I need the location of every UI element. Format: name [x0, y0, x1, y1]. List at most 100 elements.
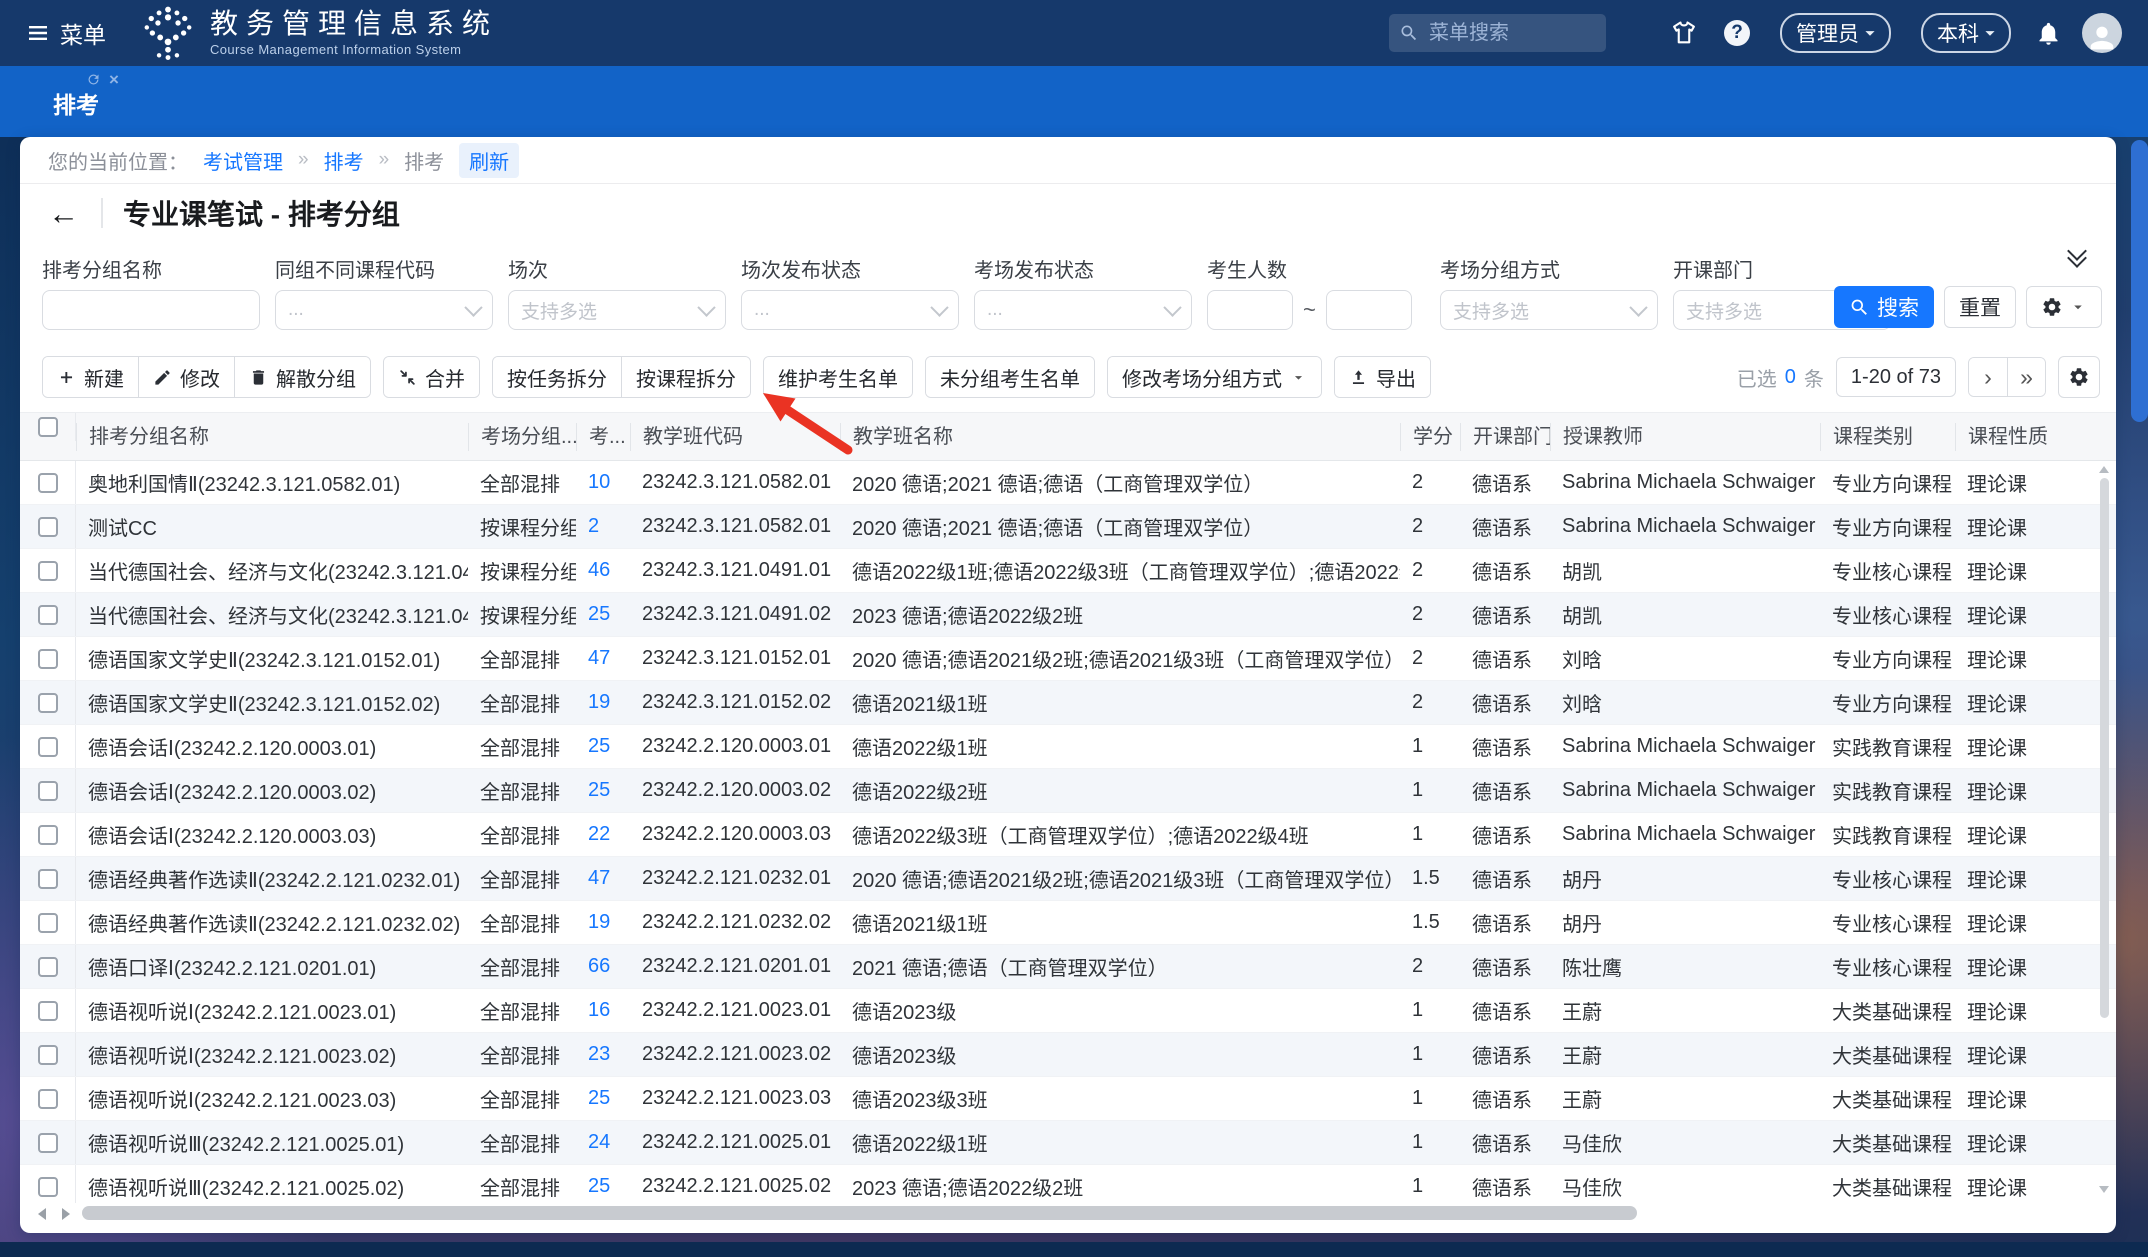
filter-select[interactable]: ...: [741, 290, 959, 330]
filter-select[interactable]: 支持多选: [1440, 290, 1658, 330]
tab-close-icon[interactable]: ×: [109, 71, 119, 88]
row-checkbox[interactable]: [38, 649, 58, 669]
filter-settings-button[interactable]: [2026, 286, 2102, 328]
table-row: 德语视听说Ⅲ(23242.2.121.0025.02)全部混排2523242.2…: [20, 1165, 2116, 1203]
cell-count[interactable]: 25: [576, 779, 630, 802]
notification-bell-icon[interactable]: [2035, 20, 2062, 47]
cell-count[interactable]: 25: [576, 1175, 630, 1198]
column-header-dept[interactable]: 开课部门: [1460, 423, 1550, 451]
breadcrumb-refresh-button[interactable]: 刷新: [459, 143, 519, 178]
scroll-right-icon[interactable]: [62, 1208, 70, 1220]
cell-count[interactable]: 19: [576, 911, 630, 934]
row-checkbox[interactable]: [38, 473, 58, 493]
row-checkbox[interactable]: [38, 825, 58, 845]
table-settings-button[interactable]: [2058, 356, 2100, 398]
cell-count[interactable]: 23: [576, 1043, 630, 1066]
cell-teacher: 胡凯: [1550, 556, 1820, 585]
last-page-button[interactable]: »: [2007, 358, 2045, 396]
campus-dropdown[interactable]: 本科: [1921, 13, 2011, 53]
cell-count[interactable]: 47: [576, 867, 630, 890]
theme-shirt-icon[interactable]: [1670, 19, 1698, 47]
column-header-credit[interactable]: 学分: [1400, 423, 1460, 451]
filter-text-input[interactable]: [42, 290, 260, 330]
cell-count[interactable]: 22: [576, 823, 630, 846]
scroll-left-icon[interactable]: [38, 1208, 46, 1220]
scroll-down-icon[interactable]: [2099, 1186, 2109, 1193]
column-header-teacher[interactable]: 授课教师: [1550, 423, 1820, 451]
help-icon[interactable]: ?: [1724, 20, 1750, 46]
column-header-count[interactable]: 考...: [576, 423, 630, 451]
pager-range[interactable]: 1-20 of 73: [1836, 357, 1956, 397]
row-checkbox[interactable]: [38, 1177, 58, 1197]
cell-count[interactable]: 19: [576, 691, 630, 714]
filter-select[interactable]: ...: [974, 290, 1192, 330]
row-checkbox[interactable]: [38, 1089, 58, 1109]
cell-count[interactable]: 25: [576, 603, 630, 626]
row-checkbox[interactable]: [38, 1001, 58, 1021]
reset-button[interactable]: 重置: [1944, 286, 2016, 328]
breadcrumb-link-exam-management[interactable]: 考试管理: [203, 146, 283, 175]
column-header-mode[interactable]: 考场分组...: [468, 423, 576, 451]
column-header-class_name[interactable]: 教学班名称: [840, 423, 1400, 451]
row-checkbox[interactable]: [38, 605, 58, 625]
column-header-name[interactable]: 排考分组名称: [76, 423, 468, 451]
toolbar-button-split-by-course[interactable]: 按课程拆分: [621, 357, 750, 397]
cell-count[interactable]: 46: [576, 559, 630, 582]
cell-count[interactable]: 47: [576, 647, 630, 670]
cell-category: 专业方向课程: [1820, 468, 1955, 497]
toolbar-button-new[interactable]: 新建: [43, 357, 138, 397]
row-checkbox[interactable]: [38, 693, 58, 713]
row-checkbox[interactable]: [38, 737, 58, 757]
row-checkbox[interactable]: [38, 913, 58, 933]
vertical-scrollbar-thumb[interactable]: [2100, 478, 2109, 1018]
select-all-checkbox[interactable]: [38, 417, 58, 437]
tab-refresh-icon[interactable]: [86, 72, 101, 87]
menu-toggle[interactable]: 菜单: [26, 16, 106, 50]
column-header-code[interactable]: 教学班代码: [630, 423, 840, 451]
tab-paikao[interactable]: 排考: [53, 86, 99, 120]
cell-count[interactable]: 66: [576, 955, 630, 978]
scroll-up-icon[interactable]: [2099, 466, 2109, 473]
role-dropdown[interactable]: 管理员: [1780, 13, 1891, 53]
toolbar-button-export[interactable]: 导出: [1335, 357, 1430, 397]
cell-count[interactable]: 24: [576, 1131, 630, 1154]
filter-select[interactable]: ...: [275, 290, 493, 330]
cell-count[interactable]: 25: [576, 735, 630, 758]
row-checkbox[interactable]: [38, 517, 58, 537]
toolbar-button-maintain-student-list[interactable]: 维护考生名单: [764, 357, 912, 397]
column-header-nature[interactable]: 课程性质: [1955, 423, 2055, 451]
cell-count[interactable]: 16: [576, 999, 630, 1022]
menu-search-input[interactable]: [1427, 21, 1596, 46]
row-checkbox[interactable]: [38, 957, 58, 977]
row-checkbox[interactable]: [38, 1133, 58, 1153]
filter-select[interactable]: 支持多选: [508, 290, 726, 330]
cell-count[interactable]: 10: [576, 471, 630, 494]
table-vertical-scrollbar[interactable]: [2098, 466, 2110, 1193]
row-checkbox[interactable]: [38, 869, 58, 889]
next-page-button[interactable]: ›: [1969, 358, 2007, 396]
cell-credit: 1: [1400, 735, 1460, 758]
toolbar-button-modify-room-group-mode[interactable]: 修改考场分组方式: [1108, 357, 1321, 397]
toolbar-button-ungrouped-student-list[interactable]: 未分组考生名单: [926, 357, 1094, 397]
column-header-category[interactable]: 课程类别: [1820, 423, 1955, 451]
page-scrollbar-thumb[interactable]: [2131, 140, 2148, 422]
user-avatar[interactable]: [2082, 13, 2122, 53]
toolbar-button-dissolve-group[interactable]: 解散分组: [234, 357, 370, 397]
search-button[interactable]: 搜索: [1834, 286, 1934, 328]
breadcrumb-link-paikao[interactable]: 排考: [324, 146, 364, 175]
cell-count[interactable]: 25: [576, 1087, 630, 1110]
toolbar-button-edit[interactable]: 修改: [138, 357, 234, 397]
table-horizontal-scrollbar[interactable]: [30, 1203, 2106, 1227]
menu-search-box[interactable]: [1389, 14, 1606, 52]
cell-count[interactable]: 2: [576, 515, 630, 538]
back-arrow-icon[interactable]: ←: [48, 198, 79, 229]
horizontal-scrollbar-thumb[interactable]: [82, 1206, 1637, 1220]
row-checkbox[interactable]: [38, 1045, 58, 1065]
collapse-filters-icon[interactable]: [2070, 244, 2084, 265]
filter-range-min-input[interactable]: [1207, 290, 1293, 330]
row-checkbox[interactable]: [38, 781, 58, 801]
filter-range-max-input[interactable]: [1326, 290, 1412, 330]
toolbar-button-split-by-task[interactable]: 按任务拆分: [493, 357, 621, 397]
toolbar-button-merge[interactable]: 合并: [384, 357, 479, 397]
row-checkbox[interactable]: [38, 561, 58, 581]
